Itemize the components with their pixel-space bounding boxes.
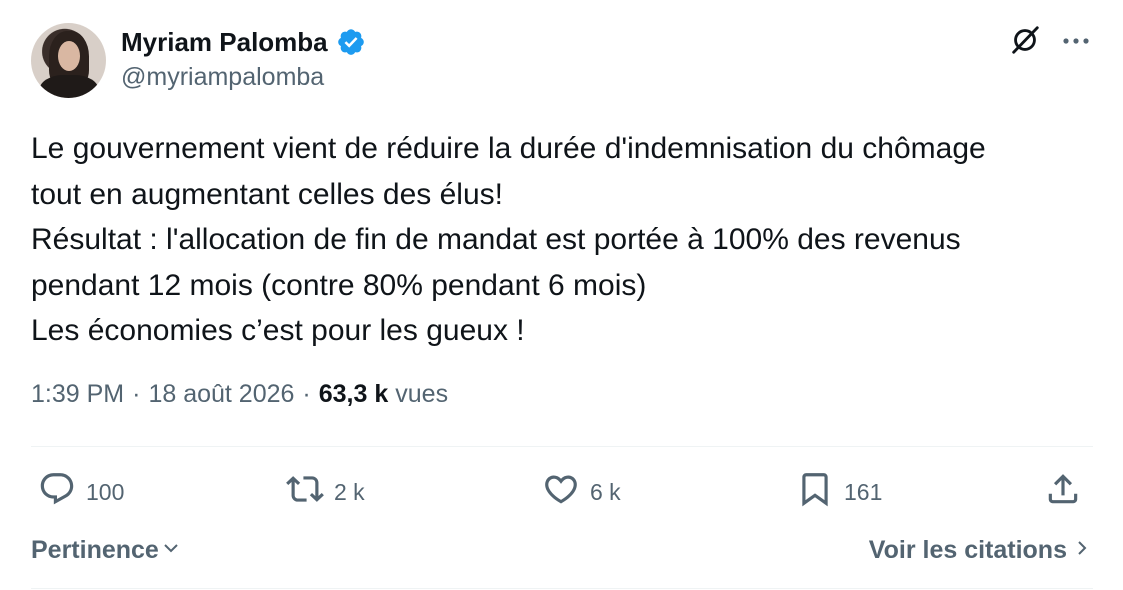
author-handle[interactable]: @myriampalomba xyxy=(121,63,324,92)
bookmark-count: 161 xyxy=(844,478,883,505)
author-name-row: Myriam Palomba xyxy=(121,25,366,59)
tweet-meta: 1:39 PM · 18 août 2026 · 63,3 k vues xyxy=(31,380,448,409)
meta-separator: · xyxy=(302,380,311,408)
tweet-text-line: Résultat : l'allocation de fin de mandat… xyxy=(31,223,961,256)
tweet-text-line: pendant 12 mois (contre 80% pendant 6 mo… xyxy=(31,268,647,302)
sort-label: Pertinence xyxy=(31,536,159,564)
author-display-name[interactable]: Myriam Palomba xyxy=(121,27,328,58)
retweet-icon xyxy=(286,470,324,514)
like-button[interactable]: 6 k xyxy=(542,470,621,514)
share-button[interactable] xyxy=(1044,470,1082,514)
bookmark-button[interactable]: 161 xyxy=(796,470,882,514)
meta-separator: · xyxy=(132,380,141,408)
reply-icon xyxy=(38,470,76,514)
tweet-text-line: tout en augmentant celles des élus! xyxy=(31,177,503,211)
tweet-text-line: Les économies c’est pour les gueux ! xyxy=(31,314,525,347)
view-quotes-label: Voir les citations xyxy=(868,536,1067,564)
divider xyxy=(31,446,1093,447)
heart-icon xyxy=(542,470,580,514)
reply-count: 100 xyxy=(86,478,125,505)
share-icon xyxy=(1044,470,1082,514)
more-options-button[interactable] xyxy=(1058,24,1094,60)
bookmark-icon xyxy=(796,470,834,514)
views-label: vues xyxy=(395,380,449,408)
grok-button[interactable] xyxy=(1007,24,1043,60)
more-icon xyxy=(1061,33,1091,51)
views-count[interactable]: 63,3 k xyxy=(319,380,389,409)
retweet-button[interactable]: 2 k xyxy=(286,470,365,514)
avatar-body xyxy=(39,75,99,98)
verified-badge-icon xyxy=(336,27,366,57)
tweet-date[interactable]: 18 août 2026 xyxy=(148,380,294,409)
retweet-count: 2 k xyxy=(334,478,365,505)
reply-button[interactable]: 100 xyxy=(38,470,124,514)
grok-icon xyxy=(1008,23,1042,62)
chevron-down-icon xyxy=(161,536,181,565)
tweet-time[interactable]: 1:39 PM xyxy=(31,380,124,409)
divider xyxy=(31,588,1093,589)
tweet-text: Le gouvernement vient de réduire la duré… xyxy=(31,126,1101,354)
chevron-right-icon xyxy=(1075,536,1089,565)
view-quotes-link[interactable]: Voir les citations xyxy=(869,536,1089,565)
tweet-text-line: Le gouvernement vient de réduire la duré… xyxy=(31,132,986,165)
avatar-face xyxy=(58,41,80,71)
like-count: 6 k xyxy=(590,478,621,505)
sort-dropdown[interactable]: Pertinence xyxy=(31,536,181,565)
avatar[interactable] xyxy=(31,23,106,98)
